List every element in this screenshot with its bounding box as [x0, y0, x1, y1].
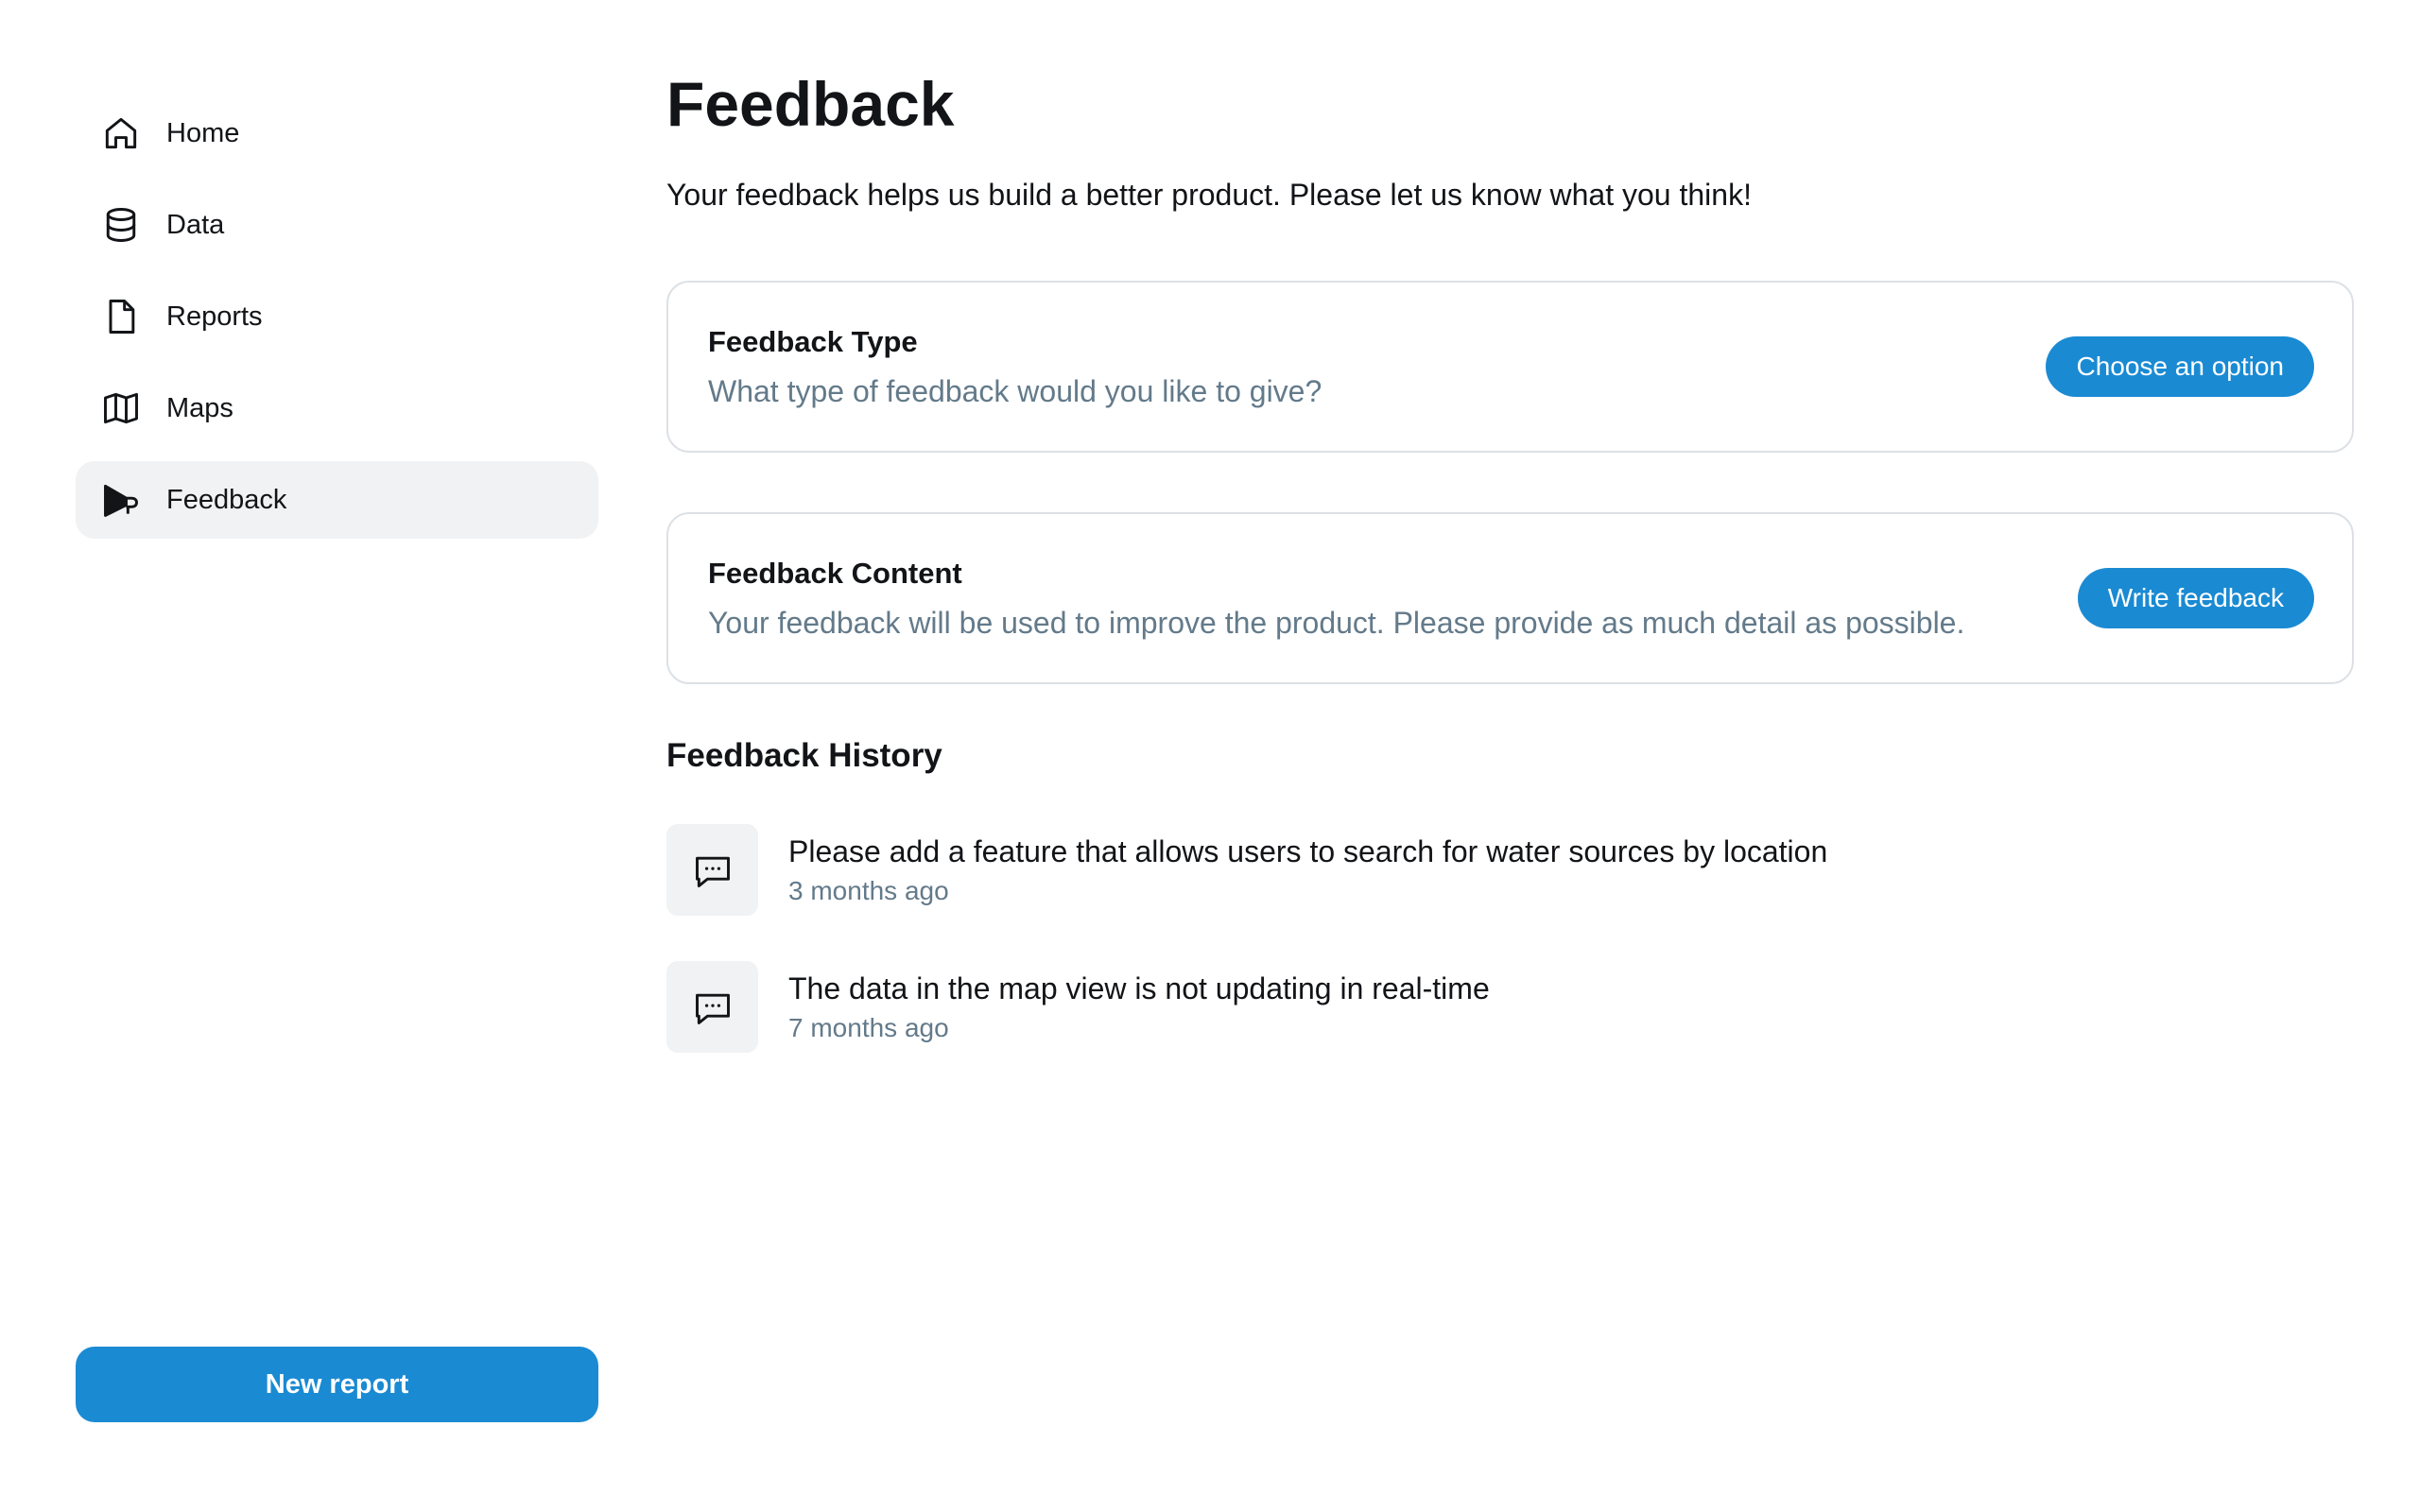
sidebar-item-home[interactable]: Home: [76, 94, 598, 172]
history-time: 3 months ago: [788, 875, 949, 905]
sidebar: Home Data Reports Maps Feedback New repo…: [76, 94, 598, 1422]
sidebar-item-label: Data: [166, 209, 225, 240]
history-text: The data in the map view is not updating…: [788, 970, 1490, 1045]
history-message: The data in the map view is not updating…: [788, 971, 1490, 1005]
feedback-type-card: Feedback Type What type of feedback woul…: [666, 281, 2354, 453]
history-message: Please add a feature that allows users t…: [788, 833, 1828, 868]
choose-option-button[interactable]: Choose an option: [2046, 336, 2314, 397]
app: Home Data Reports Maps Feedback New repo…: [0, 0, 2420, 1512]
sidebar-item-label: Maps: [166, 392, 233, 423]
sidebar-item-reports[interactable]: Reports: [76, 278, 598, 355]
sidebar-item-feedback[interactable]: Feedback: [76, 461, 598, 539]
page-subtitle: Your feedback helps us build a better pr…: [666, 178, 1752, 212]
history-time: 7 months ago: [788, 1012, 949, 1042]
home-icon: [100, 112, 142, 154]
card-title: Feedback Type: [708, 325, 918, 358]
main-content: Feedback Your feedback helps us build a …: [666, 59, 2354, 1053]
sidebar-item-label: Reports: [166, 301, 263, 332]
write-feedback-button[interactable]: Write feedback: [2077, 568, 2314, 628]
sidebar-item-maps[interactable]: Maps: [76, 369, 598, 447]
megaphone-icon: [100, 479, 142, 521]
feedback-content-card: Feedback Content Your feedback will be u…: [666, 512, 2354, 684]
page-title: Feedback: [666, 69, 955, 139]
chat-icon: [666, 961, 758, 1053]
history-item[interactable]: The data in the map view is not updating…: [666, 961, 1490, 1053]
new-report-button[interactable]: New report: [76, 1347, 598, 1422]
card-text: Feedback Content Your feedback will be u…: [708, 555, 1964, 642]
card-description: Your feedback will be used to improve th…: [708, 606, 1965, 640]
file-icon: [100, 296, 142, 337]
card-description: What type of feedback would you like to …: [708, 374, 1322, 408]
map-icon: [100, 387, 142, 429]
card-text: Feedback Type What type of feedback woul…: [708, 323, 1322, 410]
sidebar-item-label: Home: [166, 117, 240, 148]
history-item[interactable]: Please add a feature that allows users t…: [666, 824, 1827, 916]
sidebar-item-data[interactable]: Data: [76, 186, 598, 264]
chat-icon: [666, 824, 758, 916]
history-title: Feedback History: [666, 737, 942, 774]
card-title: Feedback Content: [708, 557, 962, 590]
history-text: Please add a feature that allows users t…: [788, 833, 1827, 908]
sidebar-item-label: Feedback: [166, 484, 287, 515]
database-icon: [100, 204, 142, 246]
